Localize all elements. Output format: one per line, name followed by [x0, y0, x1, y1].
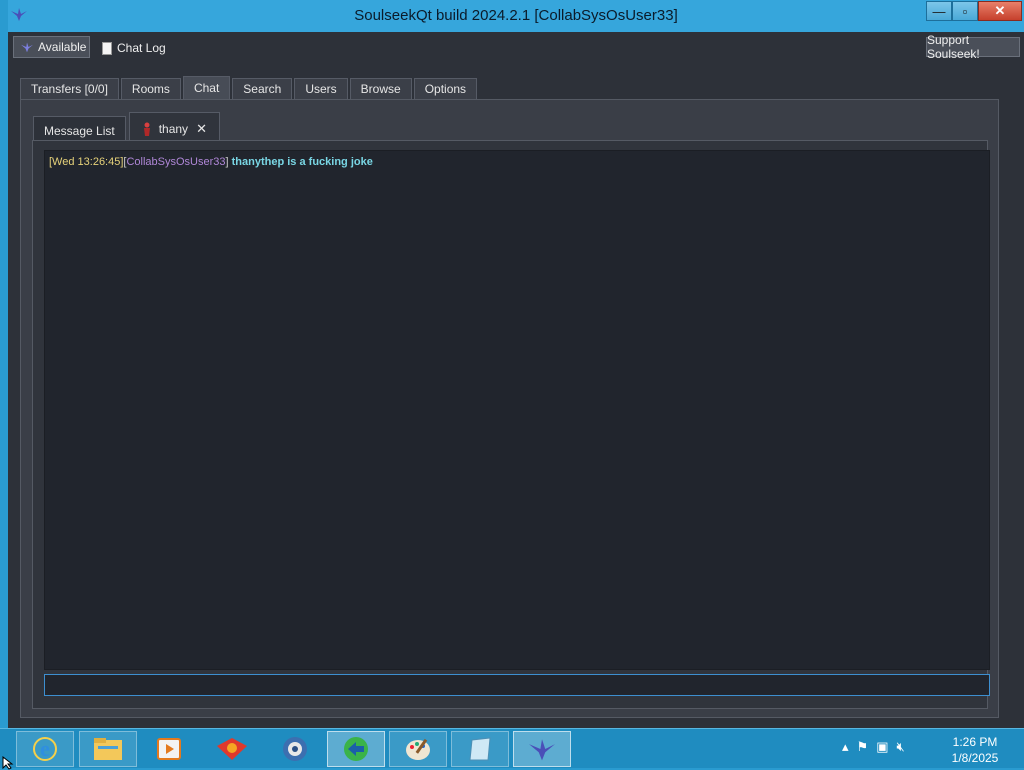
chat-message: [Wed 13:26:45][CollabSysOsUser33] thanyt…: [49, 156, 985, 168]
taskbar-download-manager[interactable]: [327, 731, 385, 767]
clock-time: 1:26 PM: [952, 735, 998, 749]
close-icon[interactable]: ✕: [196, 121, 207, 137]
app-window: SoulseekQt build 2024.2.1 [CollabSysOsUs…: [8, 0, 1024, 728]
media-player-icon: [157, 738, 181, 760]
title-bar[interactable]: SoulseekQt build 2024.2.1 [CollabSysOsUs…: [8, 0, 1024, 32]
network-icon[interactable]: ▣: [876, 739, 888, 755]
status-label: Available: [38, 40, 87, 54]
maximize-button[interactable]: ▫: [952, 1, 978, 21]
taskbar-fast-browser[interactable]: [266, 731, 324, 767]
minimize-button[interactable]: —: [926, 1, 952, 21]
status-available-button[interactable]: Available: [13, 36, 90, 58]
tab-users[interactable]: Users: [294, 78, 348, 99]
chat-tab-label: thany: [158, 121, 189, 136]
taskbar-internet-explorer[interactable]: e: [16, 731, 74, 767]
fast-browser-icon: [283, 737, 307, 761]
taskbar-media-player[interactable]: [140, 731, 198, 767]
main-tab-bar: Transfers [0/0] Rooms Chat Search Users …: [20, 76, 479, 99]
chat-log[interactable]: [Wed 13:26:45][CollabSysOsUser33] thanyt…: [44, 150, 990, 670]
taskbar-firefox-dev[interactable]: [203, 731, 261, 767]
chat-log-button[interactable]: Chat Log: [102, 38, 166, 58]
firefox-dev-icon: [217, 738, 247, 760]
close-button[interactable]: ✕: [978, 1, 1022, 21]
tab-chat[interactable]: Chat: [182, 76, 231, 99]
download-manager-icon: [344, 737, 368, 761]
tab-transfers[interactable]: Transfers [0/0]: [20, 78, 119, 99]
tab-browse[interactable]: Browse: [349, 78, 412, 99]
clock-date: 1/8/2025: [951, 751, 999, 765]
svg-text:e: e: [40, 736, 50, 761]
notepad-icon: [469, 737, 491, 761]
soulseek-icon: [529, 739, 555, 761]
taskbar-notepad[interactable]: [451, 731, 509, 767]
chevron-up-icon[interactable]: ▴: [842, 739, 849, 755]
close-icon: ✕: [994, 3, 1006, 18]
support-soulseek-button[interactable]: Support Soulseek!: [926, 33, 1020, 61]
taskbar-soulseek[interactable]: [513, 731, 571, 767]
chat-pane: Message List thany ✕ [Wed 13:26:45][Coll…: [20, 99, 999, 718]
user-icon: [143, 122, 150, 136]
bracket-close: ]: [225, 156, 229, 168]
tab-options[interactable]: Options: [413, 78, 478, 99]
soulseek-bird-icon: [21, 42, 33, 53]
maximize-icon: ▫: [962, 3, 968, 19]
chat-input[interactable]: [44, 674, 990, 696]
file-explorer-icon: [94, 738, 122, 760]
action-center-flag-icon[interactable]: ⚑: [857, 739, 869, 755]
window-title: SoulseekQt build 2024.2.1 [CollabSysOsUs…: [354, 7, 678, 24]
volume-muted-icon[interactable]: 🔇︎: [896, 739, 904, 755]
internet-explorer-icon: e: [33, 736, 57, 761]
client-area: Available Chat Log Support Soulseek! Tra…: [8, 32, 1024, 728]
minimize-icon: —: [932, 3, 946, 19]
chat-log-label: Chat Log: [117, 41, 166, 55]
taskbar-file-explorer[interactable]: [79, 731, 137, 767]
message-text: thanythep is a fucking joke: [231, 156, 373, 168]
message-timestamp: [Wed 13:26:45]: [49, 156, 124, 168]
message-username: CollabSysOsUser33: [126, 156, 226, 168]
paint-icon: [406, 738, 430, 760]
chat-frame: [Wed 13:26:45][CollabSysOsUser33] thanyt…: [32, 140, 990, 709]
taskbar-paint[interactable]: [389, 731, 447, 767]
document-icon: [102, 41, 112, 55]
taskbar: e ▴ ⚑ ▣ 🔇︎ 1:26 PM 1/8/2025: [0, 728, 1024, 768]
tab-search[interactable]: Search: [232, 78, 293, 99]
clock[interactable]: 1:26 PM 1/8/2025: [940, 734, 1010, 766]
tab-rooms[interactable]: Rooms: [120, 78, 181, 99]
system-tray: ▴ ⚑ ▣ 🔇︎: [842, 739, 913, 755]
